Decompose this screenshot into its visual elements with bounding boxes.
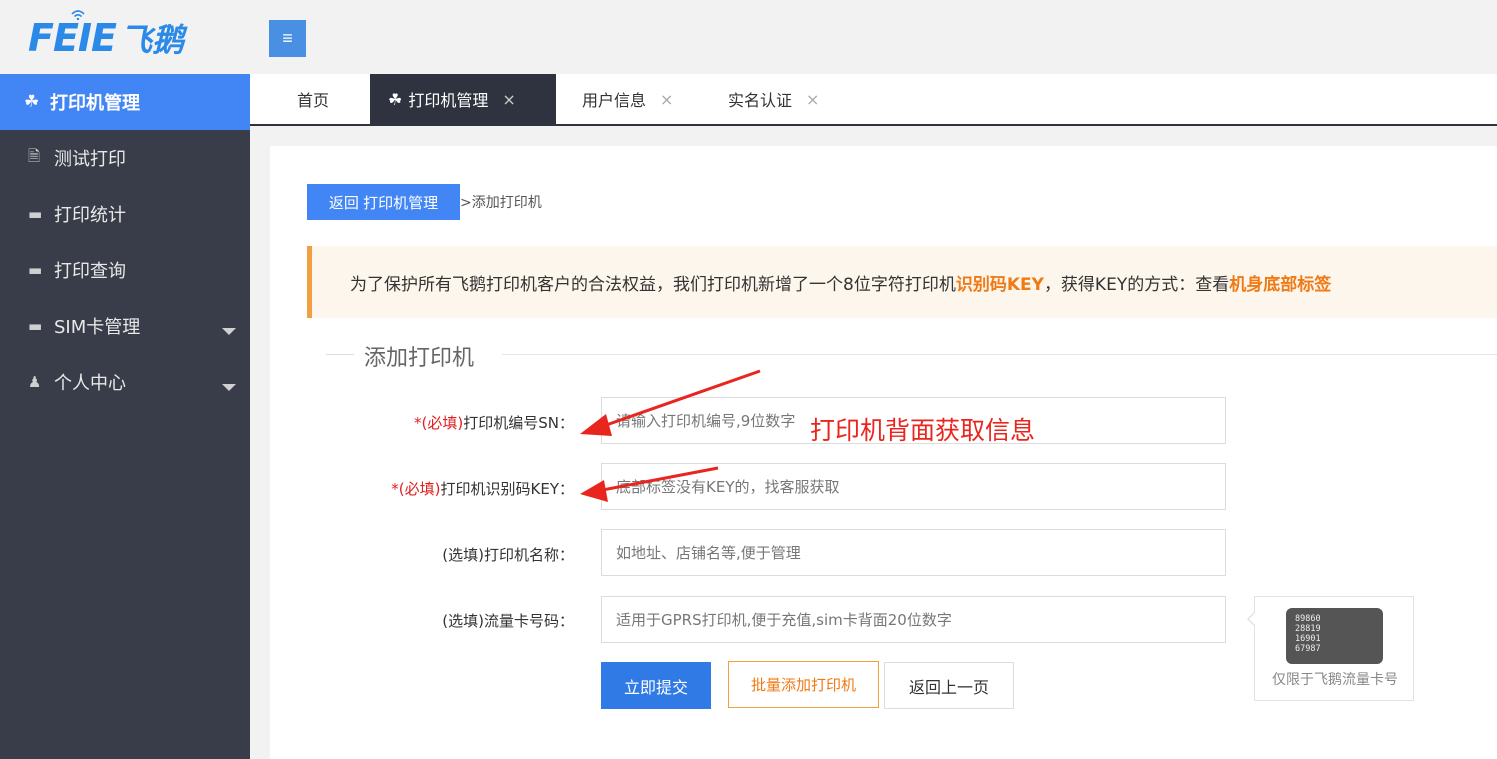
notice-part: 为了保护所有飞鹅打印机客户的合法权益，我们打印机新增了一个8位字符打印机 [350, 275, 956, 295]
printer-cluster-icon: ☘ [388, 89, 403, 109]
key-placeholder: 底部标签没有KEY的，找客服获取 [616, 478, 840, 496]
sim-number-label: (选填)流量卡号码： [442, 612, 574, 630]
printer-name-placeholder: 如地址、店铺名等,便于管理 [616, 544, 801, 562]
tab-real-name-auth[interactable]: 实名认证 × [728, 74, 819, 124]
field-label-text: 打印机识别码KEY： [440, 480, 574, 498]
key-input[interactable]: 底部标签没有KEY的，找客服获取 [601, 463, 1226, 510]
close-icon[interactable]: × [806, 90, 819, 109]
sidebar-item-personal-center[interactable]: ♟ 个人中心 [0, 354, 250, 410]
notice-highlight: 机身底部标签 [1229, 275, 1332, 295]
tab-label: 用户信息 [582, 91, 647, 110]
logo-text-cn: 飞鹅 [120, 21, 185, 59]
tab-label: 首页 [297, 91, 330, 110]
sidebar-item-label: 打印机管理 [50, 93, 140, 114]
notice-part: ，获得KEY的方式：查看 [1043, 275, 1230, 295]
monitor-icon: ▬ [28, 205, 43, 223]
sim-number-placeholder: 适用于GPRS打印机,便于充值,sim卡背面20位数字 [616, 611, 952, 629]
sidebar-item-test-print[interactable]: 🗎 测试打印 [0, 130, 250, 186]
document-icon: 🗎 [28, 146, 41, 165]
monitor-icon: ▬ [28, 261, 43, 279]
sidebar-item-label: 打印查询 [54, 261, 126, 282]
feie-logo[interactable]: FEIE 飞鹅 [28, 10, 184, 66]
sim-digits: 16901 [1295, 634, 1321, 644]
hamburger-icon: ≡ [282, 28, 293, 48]
sidebar-item-label: 打印统计 [54, 205, 126, 226]
printer-cluster-icon: ☘ [24, 92, 40, 112]
menu-toggle-button[interactable]: ≡ [269, 20, 306, 57]
required-marker: *(必填) [414, 414, 464, 432]
tab-label: 实名认证 [728, 91, 793, 110]
sim-digits: 28819 [1295, 624, 1321, 634]
sn-label: *(必填)打印机编号SN： [414, 412, 574, 433]
sim-digits: 89860 [1295, 614, 1321, 624]
back-to-printer-management-button[interactable]: 返回 打印机管理 [307, 184, 460, 220]
tab-home[interactable]: 首页 [297, 74, 329, 124]
sidebar-item-print-stats[interactable]: ▬ 打印统计 [0, 186, 250, 242]
main-content: 返回 打印机管理 >添加打印机 为了保护所有飞鹅打印机客户的合法权益，我们打印机… [270, 146, 1497, 759]
close-icon[interactable]: × [660, 90, 673, 109]
notice-text: 为了保护所有飞鹅打印机客户的合法权益，我们打印机新增了一个8位字符打印机识别码K… [350, 270, 1331, 295]
caret-down-icon [222, 384, 236, 391]
sidebar-item-sim-management[interactable]: ▬ SIM卡管理 [0, 298, 250, 354]
top-header: FEIE 飞鹅 ≡ [0, 0, 1497, 74]
sidebar-item-printer-management[interactable]: ☘ 打印机管理 [0, 74, 250, 130]
breadcrumb-current: >添加打印机 [460, 195, 542, 211]
tab-user-info[interactable]: 用户信息 × [582, 74, 673, 124]
divider [502, 354, 1497, 355]
divider [326, 354, 354, 355]
wifi-signal-icon [71, 10, 85, 20]
sidebar-item-label: 测试打印 [54, 149, 126, 170]
caret-down-icon [222, 328, 236, 335]
annotation-text: 打印机背面获取信息 [810, 416, 1036, 445]
sim-digits: 67987 [1295, 644, 1321, 654]
user-icon: ♟ [28, 373, 42, 391]
sim-card-image: 89860 28819 16901 67987 [1286, 608, 1383, 664]
batch-add-printer-button[interactable]: 批量添加打印机 [728, 661, 879, 708]
key-label: *(必填)打印机识别码KEY： [391, 478, 574, 499]
tab-label: 打印机管理 [408, 91, 489, 110]
logo-text-en: FEIE [28, 16, 117, 60]
notice-highlight: 识别码KEY [955, 275, 1044, 295]
form-legend: 添加打印机 [364, 346, 475, 371]
required-marker: *(必填) [391, 480, 441, 498]
tab-printer-management[interactable]: ☘ 打印机管理 × [370, 74, 556, 124]
sidebar-item-label: 个人中心 [54, 373, 126, 394]
field-label-text: 打印机编号SN： [463, 414, 574, 432]
sn-placeholder: 请输入打印机编号,9位数字 [616, 412, 796, 430]
sim-card-hint: 89860 28819 16901 67987 仅限于飞鹅流量卡号 [1247, 596, 1414, 701]
monitor-icon: ▬ [28, 317, 43, 335]
tooltip-pointer [1249, 612, 1256, 626]
printer-name-label: (选填)打印机名称： [442, 546, 574, 564]
sim-card-caption: 仅限于飞鹅流量卡号 [1272, 672, 1398, 688]
close-icon[interactable]: × [502, 90, 515, 109]
sim-number-input[interactable]: 适用于GPRS打印机,便于充值,sim卡背面20位数字 [601, 596, 1226, 643]
sidebar-item-label: SIM卡管理 [54, 317, 141, 338]
back-button[interactable]: 返回上一页 [884, 662, 1014, 709]
submit-button[interactable]: 立即提交 [601, 662, 711, 709]
tab-bar: 首页 ☘ 打印机管理 × 用户信息 × 实名认证 × [250, 74, 1497, 126]
printer-name-input[interactable]: 如地址、店铺名等,便于管理 [601, 529, 1226, 576]
sidebar-item-print-query[interactable]: ▬ 打印查询 [0, 242, 250, 298]
notice-banner: 为了保护所有飞鹅打印机客户的合法权益，我们打印机新增了一个8位字符打印机识别码K… [307, 246, 1497, 318]
sidebar: ☘ 打印机管理 🗎 测试打印 ▬ 打印统计 ▬ 打印查询 ▬ SIM卡管理 ♟ … [0, 74, 250, 759]
